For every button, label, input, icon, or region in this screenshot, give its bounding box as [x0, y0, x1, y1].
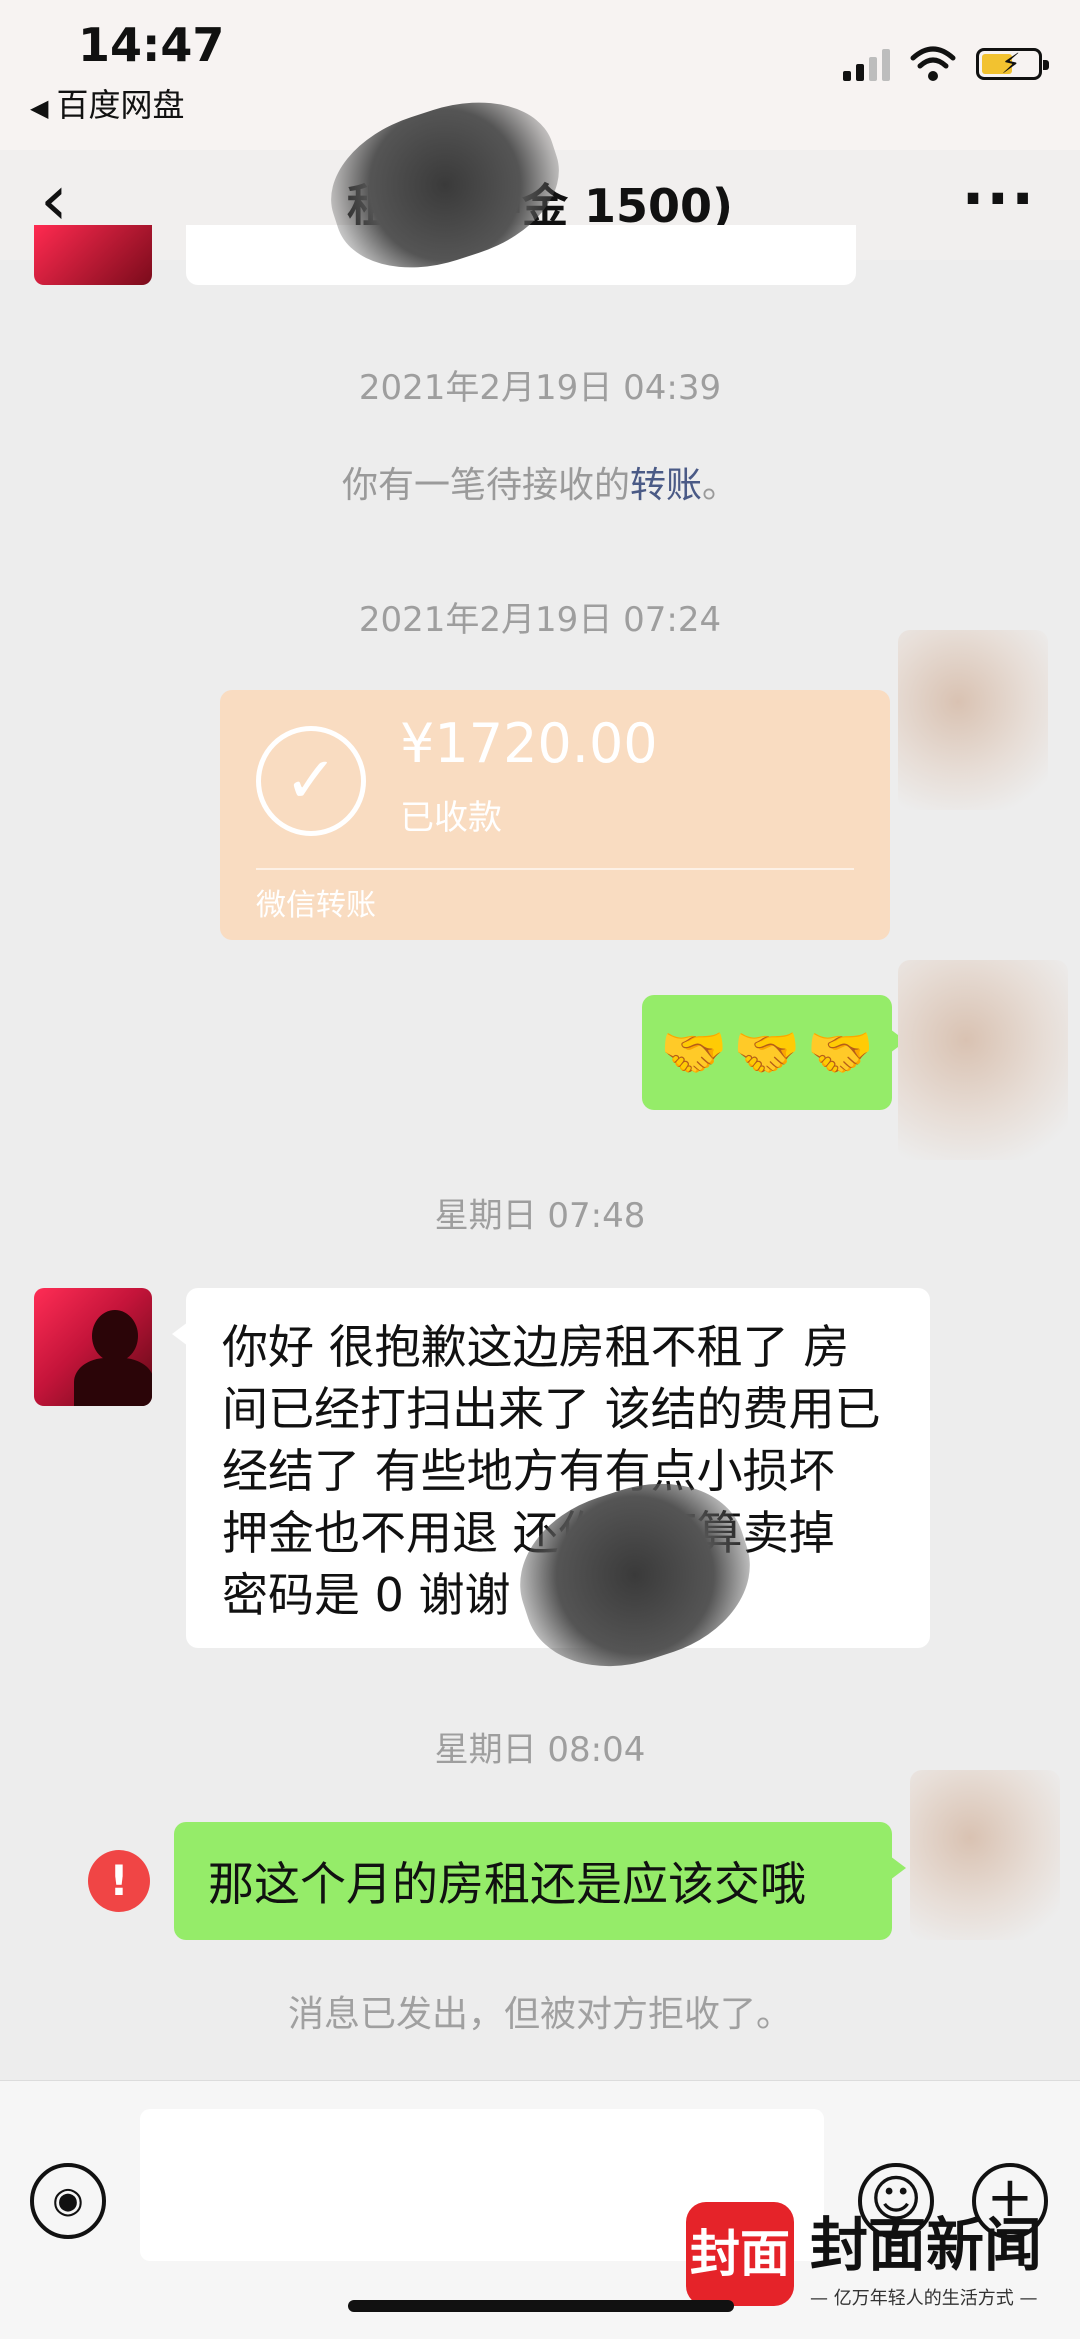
back-to-app-link[interactable]: ◀ 百度网盘 [30, 80, 184, 126]
cellular-signal-icon [843, 47, 890, 81]
handshake-icon: 🤝 [660, 1020, 728, 1084]
check-circle-icon: ✓ [256, 726, 366, 836]
more-options-icon[interactable]: ··· [962, 164, 1036, 234]
pending-transfer-notice: 你有一笔待接收的转账。 [0, 456, 1080, 508]
notice-text: 你有一笔待接收的 [341, 465, 630, 506]
message-bubble-partial[interactable] [186, 225, 856, 285]
news-watermark: 封面 封面新闻 — 亿万年轻人的生活方式 — [686, 2198, 1042, 2310]
voice-input-icon[interactable]: ◉ [30, 2163, 106, 2239]
emoji-message-bubble[interactable]: 🤝 🤝 🤝 [642, 995, 906, 1110]
handshake-icon: 🤝 [733, 1020, 801, 1084]
send-failed-alert-icon[interactable]: ! [88, 1850, 150, 1912]
transfer-type: 微信转账 [256, 888, 376, 923]
contact-avatar[interactable] [34, 225, 152, 285]
home-indicator[interactable] [348, 2300, 734, 2312]
watermark-logo: 封面 [686, 2202, 794, 2306]
back-arrow-icon: ◀ [30, 94, 49, 122]
watermark-slogan: — 亿万年轻人的生活方式 — [810, 2288, 1038, 2309]
handshake-icon: 🤝 [806, 1020, 874, 1084]
timestamp: 2021年2月19日 04:39 [358, 368, 722, 408]
back-app-label: 百度网盘 [56, 86, 185, 124]
transfer-status: 已收款 [400, 798, 502, 838]
outgoing-message-bubble[interactable]: 那这个月的房租还是应该交哦 [174, 1822, 906, 1940]
self-avatar-redacted[interactable] [898, 960, 1068, 1160]
rejected-notice: 消息已发出，但被对方拒收了。 [287, 1994, 792, 2035]
timestamp: 星期日 08:04 [434, 1730, 646, 1770]
outgoing-message-text: 那这个月的房租还是应该交哦 [208, 1857, 806, 1911]
battery-icon: ⚡ [976, 47, 1049, 80]
notice-period: 。 [702, 465, 739, 506]
self-avatar-redacted[interactable] [910, 1770, 1060, 1940]
timestamp: 星期日 07:48 [434, 1196, 646, 1236]
transfer-amount: ¥1720.00 [400, 712, 658, 775]
status-icons: ⚡ [843, 46, 1049, 82]
contact-avatar[interactable] [34, 1288, 152, 1406]
transfer-link[interactable]: 转账 [630, 465, 702, 506]
wifi-icon [910, 46, 956, 81]
transfer-card[interactable]: ✓ ¥1720.00 已收款 微信转账 [220, 690, 890, 940]
watermark-name: 封面新闻 [810, 2211, 1043, 2279]
charging-bolt-icon: ⚡ [1001, 47, 1021, 80]
status-time: 14:47 [78, 18, 225, 72]
card-divider [256, 868, 854, 870]
self-avatar-redacted[interactable] [898, 630, 1048, 810]
